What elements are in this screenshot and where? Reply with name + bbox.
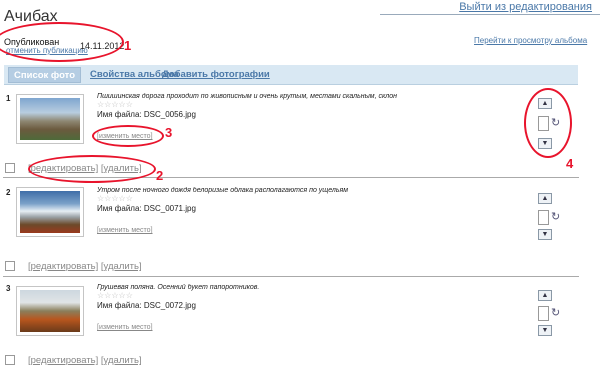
delete-link[interactable]: [удалить] bbox=[101, 355, 142, 366]
rating-stars[interactable]: ☆☆☆☆☆ bbox=[97, 291, 133, 300]
rotate-icon[interactable]: ↻ bbox=[551, 210, 560, 223]
row-actions: [редактировать] [удалить] bbox=[28, 261, 142, 272]
goto-album-link[interactable]: Перейти к просмотру альбома bbox=[474, 36, 587, 45]
photo-description: Утром после ночного дождя белоризые обла… bbox=[97, 187, 349, 194]
annotation-number-4: 4 bbox=[566, 156, 574, 171]
move-up-icon[interactable]: ▲ bbox=[538, 290, 552, 301]
row-divider bbox=[3, 276, 579, 277]
annotation-ellipse-1 bbox=[0, 22, 124, 62]
annotation-number-3: 3 bbox=[165, 125, 173, 140]
header-divider bbox=[380, 14, 600, 15]
tab-photo-list[interactable]: Список фото bbox=[8, 67, 82, 83]
delete-link[interactable]: [удалить] bbox=[101, 261, 142, 272]
edit-link[interactable]: [редактировать] bbox=[28, 261, 98, 272]
annotation-number-2: 2 bbox=[156, 168, 164, 183]
photo-number: 1 bbox=[6, 94, 11, 103]
photo-thumbnail[interactable] bbox=[16, 187, 84, 237]
change-place-link[interactable]: [изменить место] bbox=[97, 324, 153, 331]
tab-add-photos[interactable]: Добавить фотографии bbox=[162, 69, 270, 80]
annotation-number-1: 1 bbox=[124, 38, 132, 53]
change-place-link[interactable]: [изменить место] bbox=[97, 227, 153, 234]
photo-thumbnail[interactable] bbox=[16, 94, 84, 144]
photo-checkbox[interactable] bbox=[5, 355, 15, 365]
rating-stars[interactable]: ☆☆☆☆☆ bbox=[97, 100, 133, 109]
edit-link[interactable]: [редактировать] bbox=[28, 355, 98, 366]
rotate-icon[interactable]: ↻ bbox=[551, 306, 560, 319]
photo-filename: Имя файла: DSC_0072.jpg bbox=[97, 301, 196, 310]
photo-description: Пшишинская дорога проходит по живописным… bbox=[97, 93, 397, 100]
photo-thumbnail[interactable] bbox=[16, 286, 84, 336]
order-box[interactable] bbox=[538, 210, 549, 225]
order-box[interactable] bbox=[538, 306, 549, 321]
annotation-ellipse-2 bbox=[28, 155, 156, 183]
row-actions: [редактировать] [удалить] bbox=[28, 355, 142, 366]
photo-number: 2 bbox=[6, 188, 11, 197]
photo-filename: Имя файла: DSC_0071.jpg bbox=[97, 204, 196, 213]
photo-number: 3 bbox=[6, 284, 11, 293]
rating-stars[interactable]: ☆☆☆☆☆ bbox=[97, 194, 133, 203]
move-down-icon[interactable]: ▼ bbox=[538, 325, 552, 336]
photo-checkbox[interactable] bbox=[5, 261, 15, 271]
move-up-icon[interactable]: ▲ bbox=[538, 193, 552, 204]
tab-bar: Список фото Свойства альбома Добавить фо… bbox=[4, 65, 578, 85]
exit-edit-link[interactable]: Выйти из редактирования bbox=[459, 1, 592, 13]
annotation-ellipse-3 bbox=[92, 125, 164, 147]
move-down-icon[interactable]: ▼ bbox=[538, 229, 552, 240]
annotation-ellipse-4 bbox=[524, 88, 572, 158]
photo-checkbox[interactable] bbox=[5, 163, 15, 173]
photo-filename: Имя файла: DSC_0056.jpg bbox=[97, 110, 196, 119]
photo-description: Грушевая поляна. Осенний букет папоротни… bbox=[97, 284, 260, 291]
